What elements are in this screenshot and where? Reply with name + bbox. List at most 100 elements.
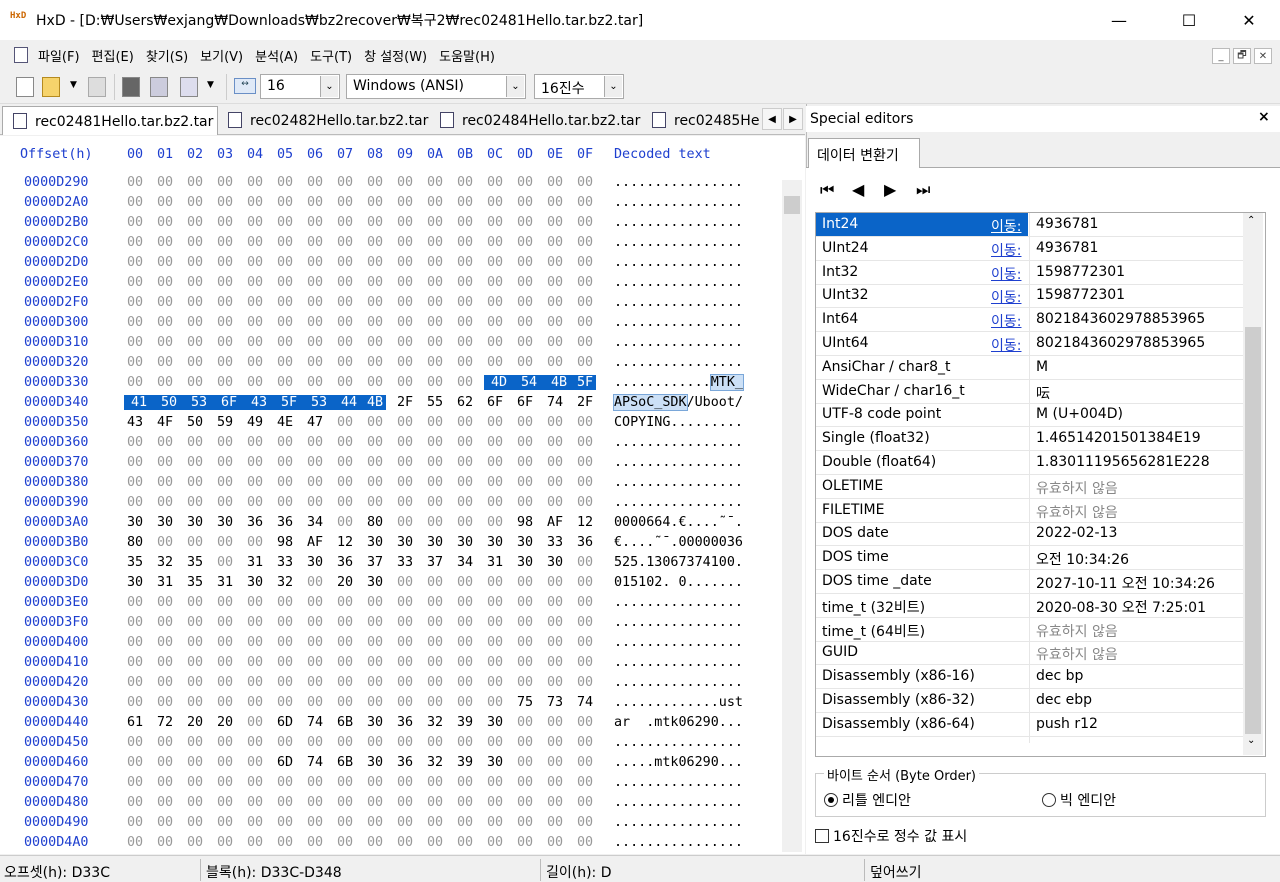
- hex-byte[interactable]: 00: [304, 315, 326, 330]
- hex-row[interactable]: 0000D480 00 00 00 00 00 00 00 00 00 00 00 00 00 00 00 00…: [0, 795, 780, 815]
- hex-byte[interactable]: 44: [334, 395, 364, 410]
- hex-int-checkbox[interactable]: 16진수로 정수 값 표시: [815, 826, 967, 846]
- hex-byte[interactable]: 00: [424, 175, 446, 190]
- hex-byte[interactable]: 00: [244, 815, 266, 830]
- hex-byte[interactable]: 6B: [334, 715, 356, 730]
- hex-byte[interactable]: 00: [484, 335, 506, 350]
- decoded-text[interactable]: ................: [614, 275, 743, 290]
- hex-byte[interactable]: 00: [124, 595, 146, 610]
- hex-byte[interactable]: 00: [154, 355, 176, 370]
- hex-byte[interactable]: 00: [394, 475, 416, 490]
- hex-byte[interactable]: 12: [334, 535, 356, 550]
- hex-byte[interactable]: 00: [454, 775, 476, 790]
- hex-byte[interactable]: 00: [424, 515, 446, 530]
- goto-link[interactable]: 이동:: [991, 240, 1021, 260]
- hex-byte[interactable]: 00: [124, 195, 146, 210]
- hex-byte[interactable]: 00: [394, 515, 416, 530]
- hex-byte[interactable]: 00: [484, 475, 506, 490]
- hex-byte[interactable]: 00: [214, 175, 236, 190]
- hex-byte[interactable]: 00: [574, 195, 596, 210]
- goto-link[interactable]: 이동:: [991, 216, 1021, 236]
- hex-byte[interactable]: 00: [214, 815, 236, 830]
- hex-byte[interactable]: 00: [364, 455, 386, 470]
- hex-byte[interactable]: 00: [514, 335, 536, 350]
- hex-byte[interactable]: 00: [244, 195, 266, 210]
- hex-byte[interactable]: 6F: [214, 395, 244, 410]
- hex-byte[interactable]: 00: [544, 755, 566, 770]
- hex-byte[interactable]: 00: [484, 495, 506, 510]
- hex-byte[interactable]: 00: [484, 215, 506, 230]
- hex-byte[interactable]: 00: [574, 235, 596, 250]
- hex-byte[interactable]: 00: [274, 435, 296, 450]
- hex-byte[interactable]: 74: [574, 695, 596, 710]
- hex-byte[interactable]: 4B: [364, 395, 386, 410]
- hex-row[interactable]: 0000D380 00 00 00 00 00 00 00 00 00 00 00 00 00 00 00 00…: [0, 475, 780, 495]
- decoded-text[interactable]: ................: [614, 675, 743, 690]
- hex-byte[interactable]: 00: [514, 615, 536, 630]
- hex-byte[interactable]: 00: [424, 695, 446, 710]
- hex-byte[interactable]: 00: [154, 295, 176, 310]
- hex-byte[interactable]: 00: [484, 615, 506, 630]
- hex-byte[interactable]: 00: [544, 595, 566, 610]
- hex-byte[interactable]: 00: [334, 295, 356, 310]
- hex-byte[interactable]: 00: [544, 775, 566, 790]
- hex-byte[interactable]: 00: [244, 795, 266, 810]
- hex-byte[interactable]: 59: [214, 415, 236, 430]
- hex-byte[interactable]: 00: [574, 415, 596, 430]
- hex-byte[interactable]: 00: [244, 275, 266, 290]
- hex-byte[interactable]: 00: [574, 815, 596, 830]
- hex-byte[interactable]: 00: [394, 595, 416, 610]
- hex-byte[interactable]: 31: [154, 575, 176, 590]
- hex-byte[interactable]: 00: [304, 495, 326, 510]
- decoded-text[interactable]: ................: [614, 235, 743, 250]
- hex-byte[interactable]: 30: [124, 515, 146, 530]
- hex-byte[interactable]: 00: [424, 375, 446, 390]
- hex-byte[interactable]: 00: [574, 355, 596, 370]
- inspector-row[interactable]: FILETIME 유효하지 않음: [816, 499, 1246, 523]
- hex-byte[interactable]: 00: [574, 495, 596, 510]
- hex-byte[interactable]: 30: [364, 535, 386, 550]
- hex-byte[interactable]: 00: [334, 675, 356, 690]
- hex-byte[interactable]: 00: [274, 195, 296, 210]
- hex-byte[interactable]: 00: [484, 455, 506, 470]
- hex-byte[interactable]: 00: [484, 255, 506, 270]
- hex-byte[interactable]: 31: [244, 555, 266, 570]
- hex-byte[interactable]: 00: [214, 315, 236, 330]
- hex-byte[interactable]: 00: [154, 455, 176, 470]
- hex-byte[interactable]: 00: [214, 235, 236, 250]
- hex-byte[interactable]: 00: [154, 835, 176, 850]
- hex-byte[interactable]: 00: [394, 455, 416, 470]
- last-icon[interactable]: ⏭: [916, 180, 948, 200]
- hex-byte[interactable]: 00: [334, 235, 356, 250]
- hex-byte[interactable]: 00: [334, 435, 356, 450]
- inspector-value[interactable]: 8021843602978853965: [1036, 335, 1205, 351]
- hex-byte[interactable]: 00: [274, 255, 296, 270]
- hex-byte[interactable]: 00: [574, 435, 596, 450]
- hex-byte[interactable]: 00: [124, 655, 146, 670]
- hex-byte[interactable]: 00: [274, 455, 296, 470]
- hex-row[interactable]: 0000D4A0 00 00 00 00 00 00 00 00 00 00 00 00 00 00 00 00…: [0, 835, 780, 854]
- hex-byte[interactable]: 00: [244, 715, 266, 730]
- hex-byte[interactable]: 00: [424, 735, 446, 750]
- hex-byte[interactable]: 00: [544, 295, 566, 310]
- hex-byte[interactable]: 00: [334, 735, 356, 750]
- hex-byte[interactable]: 00: [184, 315, 206, 330]
- hex-byte[interactable]: 00: [424, 455, 446, 470]
- hex-byte[interactable]: 00: [544, 355, 566, 370]
- hex-row[interactable]: 0000D3A0 30 30 30 30 36 36 34 00 80 00 00 00 00 98 AF 12…: [0, 515, 780, 535]
- decoded-text[interactable]: ................: [614, 795, 743, 810]
- hex-byte[interactable]: 00: [394, 835, 416, 850]
- hex-byte[interactable]: 75: [514, 695, 536, 710]
- hex-byte[interactable]: 00: [574, 575, 596, 590]
- hex-byte[interactable]: 00: [274, 595, 296, 610]
- hex-byte[interactable]: 00: [184, 595, 206, 610]
- hex-byte[interactable]: 32: [424, 755, 446, 770]
- hex-byte[interactable]: 00: [154, 815, 176, 830]
- menu-item[interactable]: 도구(T): [310, 46, 352, 65]
- hex-row[interactable]: 0000D410 00 00 00 00 00 00 00 00 00 00 00 00 00 00 00 00…: [0, 655, 780, 675]
- hex-byte[interactable]: 00: [364, 195, 386, 210]
- hex-byte[interactable]: 00: [244, 675, 266, 690]
- hex-byte[interactable]: 00: [334, 635, 356, 650]
- hex-byte[interactable]: 00: [214, 255, 236, 270]
- hex-byte[interactable]: 5F: [274, 395, 304, 410]
